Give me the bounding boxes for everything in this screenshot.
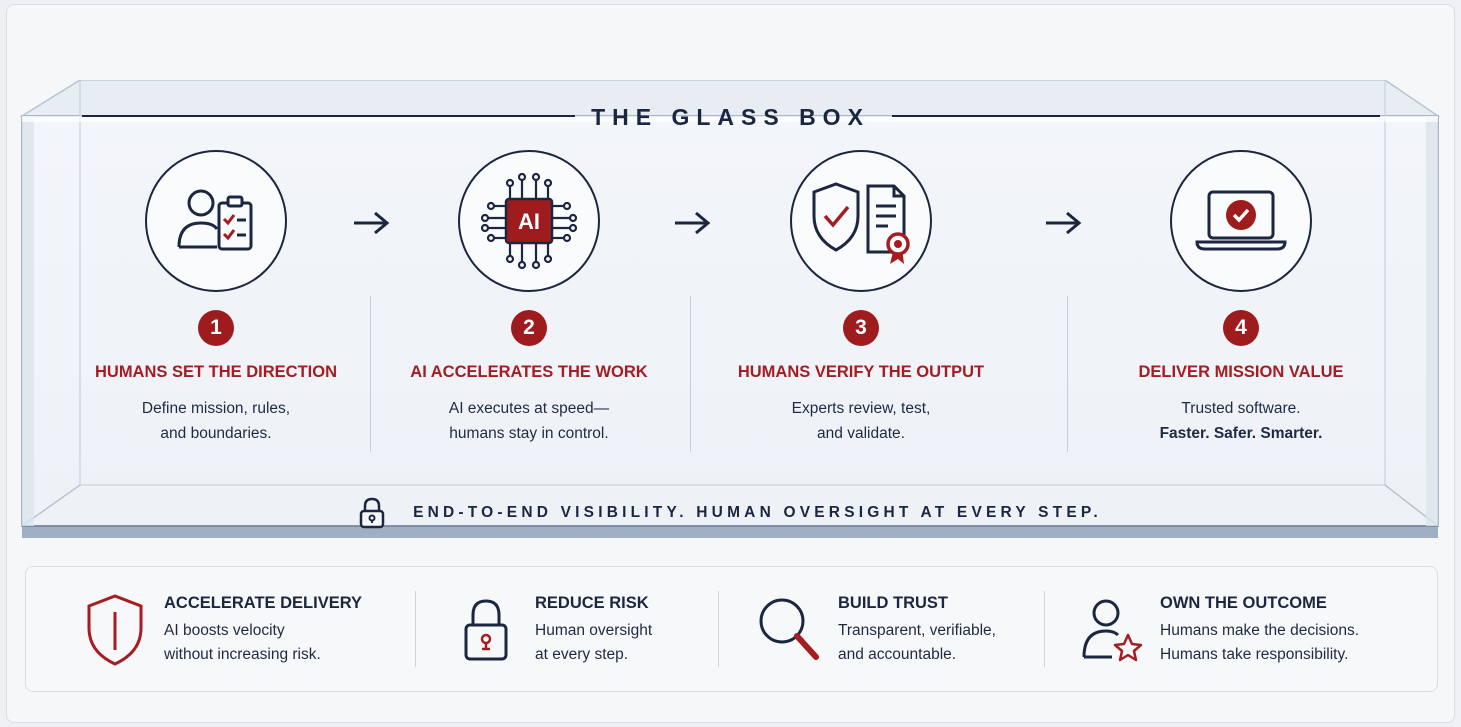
step-description-line: Define mission, rules, — [141, 400, 291, 417]
step-1: 1 HUMANS SET THE DIRECTION Define missio… — [51, 150, 381, 446]
benefit-description: Human oversight at every step. — [535, 619, 652, 667]
padlock-icon — [359, 497, 385, 529]
shield-certificate-icon — [790, 150, 932, 292]
benefit-description-line: Human oversight — [535, 621, 653, 639]
step-description-line: humans stay in control. — [449, 425, 609, 442]
step-number-badge: 1 — [198, 310, 234, 346]
step-description: Trusted software. Faster. Safer. Smarter… — [1076, 396, 1406, 446]
magnifier-icon — [754, 595, 824, 665]
visibility-text: END-TO-END VISIBILITY. HUMAN OVERSIGHT A… — [413, 504, 1102, 521]
step-number-badge: 4 — [1223, 310, 1259, 346]
ai-chip-label: AI — [518, 209, 540, 234]
benefit-description-line: Transparent, verifiable, — [838, 621, 996, 639]
benefit-description-line: at every step. — [535, 645, 629, 663]
step-heading: DELIVER MISSION VALUE — [1138, 363, 1344, 381]
arrow-right-icon — [354, 211, 390, 235]
benefit-description-line: and accountable. — [838, 645, 957, 663]
person-star-icon — [1076, 595, 1146, 665]
benefit-divider — [1044, 591, 1045, 667]
step-2: AI 2 AI ACCELERATES THE WORK AI executes… — [364, 150, 694, 446]
padlock-icon — [451, 595, 521, 665]
benefit-build-trust: BUILD TRUST Transparent, verifiable, and… — [754, 567, 996, 693]
benefit-accelerate-delivery: ACCELERATE DELIVERY AI boosts velocity w… — [80, 567, 362, 693]
step-divider — [1067, 296, 1068, 452]
benefit-divider — [718, 591, 719, 667]
step-number-badge: 3 — [843, 310, 879, 346]
step-4: 4 DELIVER MISSION VALUE Trusted software… — [1076, 150, 1406, 446]
step-description-line: Trusted software. — [1181, 400, 1301, 417]
glass-box-title: THE GLASS BOX — [591, 104, 870, 130]
person-checklist-icon — [145, 150, 287, 292]
laptop-check-icon — [1170, 150, 1312, 292]
benefit-title: BUILD TRUST — [838, 593, 948, 612]
benefit-description-line: AI boosts velocity — [164, 621, 285, 639]
step-number-badge: 2 — [511, 310, 547, 346]
step-divider — [690, 296, 691, 452]
benefit-description: Transparent, verifiable, and accountable… — [838, 619, 996, 667]
benefit-title: ACCELERATE DELIVERY — [164, 593, 363, 612]
benefit-description: AI boosts velocity without increasing ri… — [164, 619, 362, 667]
step-3: 3 HUMANS VERIFY THE OUTPUT Experts revie… — [696, 150, 1026, 446]
benefit-description-line: without increasing risk. — [164, 645, 321, 663]
ai-chip-icon: AI — [458, 150, 600, 292]
arrow-right-icon — [675, 211, 711, 235]
benefit-divider — [415, 591, 416, 667]
benefit-own-the-outcome: OWN THE OUTCOME Humans make the decision… — [1076, 567, 1359, 693]
step-description-line: Experts review, test, — [791, 400, 931, 417]
step-description-line: and boundaries. — [160, 425, 272, 442]
benefit-description-line: Humans take responsibility. — [1160, 645, 1349, 663]
step-heading: AI ACCELERATES THE WORK — [410, 363, 648, 381]
step-heading: HUMANS SET THE DIRECTION — [94, 363, 337, 381]
step-description-line: AI executes at speed— — [448, 400, 610, 417]
benefit-reduce-risk: REDUCE RISK Human oversight at every ste… — [451, 567, 652, 693]
title-row: THE GLASS BOX — [0, 104, 1461, 131]
benefit-description-line: Humans make the decisions. — [1160, 621, 1360, 639]
step-description: Experts review, test, and validate. — [696, 396, 1026, 446]
step-heading: HUMANS VERIFY THE OUTPUT — [737, 363, 985, 381]
step-description: AI executes at speed— humans stay in con… — [364, 396, 694, 446]
arrow-right-icon — [1046, 211, 1082, 235]
visibility-statement: END-TO-END VISIBILITY. HUMAN OVERSIGHT A… — [0, 497, 1461, 534]
step-description: Define mission, rules, and boundaries. — [51, 396, 381, 446]
benefit-description: Humans make the decisions. Humans take r… — [1160, 619, 1359, 667]
step-description-line: and validate. — [817, 425, 905, 442]
step-divider — [370, 296, 371, 452]
shield-icon — [80, 592, 150, 668]
benefits-bar: ACCELERATE DELIVERY AI boosts velocity w… — [25, 566, 1438, 692]
benefit-title: REDUCE RISK — [535, 593, 649, 612]
step-description-line: Faster. Safer. Smarter. — [1159, 425, 1323, 442]
benefit-title: OWN THE OUTCOME — [1160, 593, 1327, 612]
